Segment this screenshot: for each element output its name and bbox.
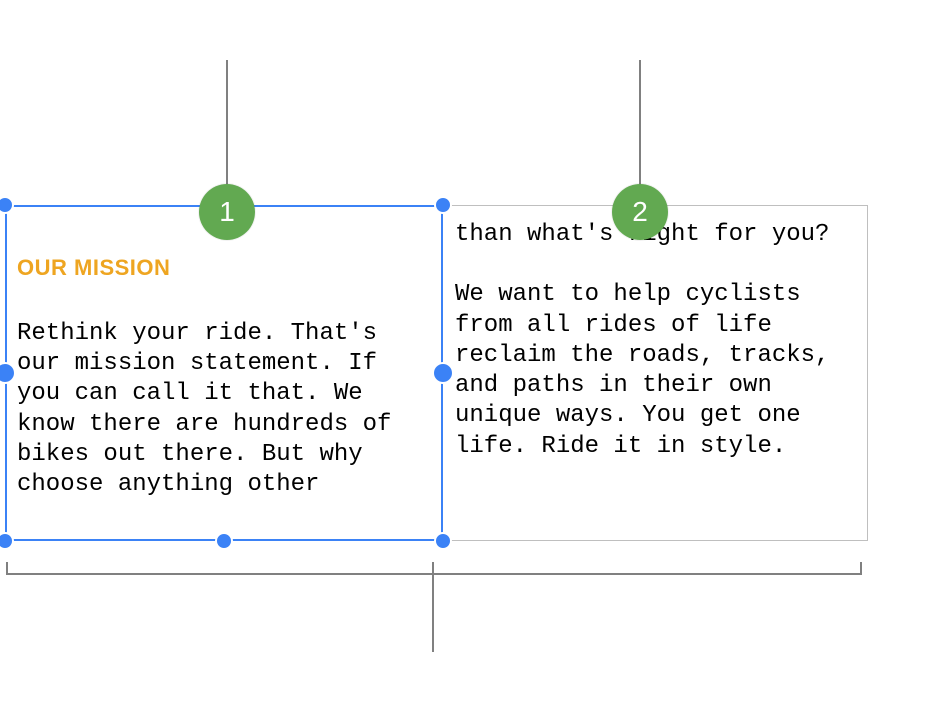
callout-badge-2-label: 2 [632, 196, 648, 228]
bottom-bracket-horizontal [6, 573, 862, 575]
callout-leader-2 [639, 60, 641, 198]
resize-handle-bottom-right[interactable] [434, 532, 452, 550]
mission-heading: OUR MISSION [17, 255, 431, 281]
callout-leader-1 [226, 60, 228, 198]
resize-handle-top-right[interactable] [434, 196, 452, 214]
resize-handle-bottom-mid[interactable] [215, 532, 233, 550]
resize-handle-bottom-left[interactable] [0, 532, 14, 550]
text-link-handle-right[interactable] [432, 362, 454, 384]
linked-text-box-2[interactable]: than what's right for you? We want to he… [442, 205, 868, 541]
document-canvas: than what's right for you? We want to he… [0, 0, 937, 702]
linked-text-box-1[interactable]: OUR MISSION Rethink your ride. That's ou… [5, 205, 443, 541]
callout-badge-2: 2 [612, 184, 668, 240]
callout-badge-1: 1 [199, 184, 255, 240]
linked-text-box-2-body: than what's right for you? We want to he… [455, 220, 855, 462]
bottom-bracket-leader [432, 562, 434, 652]
linked-text-box-1-body: Rethink your ride. That's our mission st… [17, 319, 431, 500]
callout-badge-1-label: 1 [219, 196, 235, 228]
